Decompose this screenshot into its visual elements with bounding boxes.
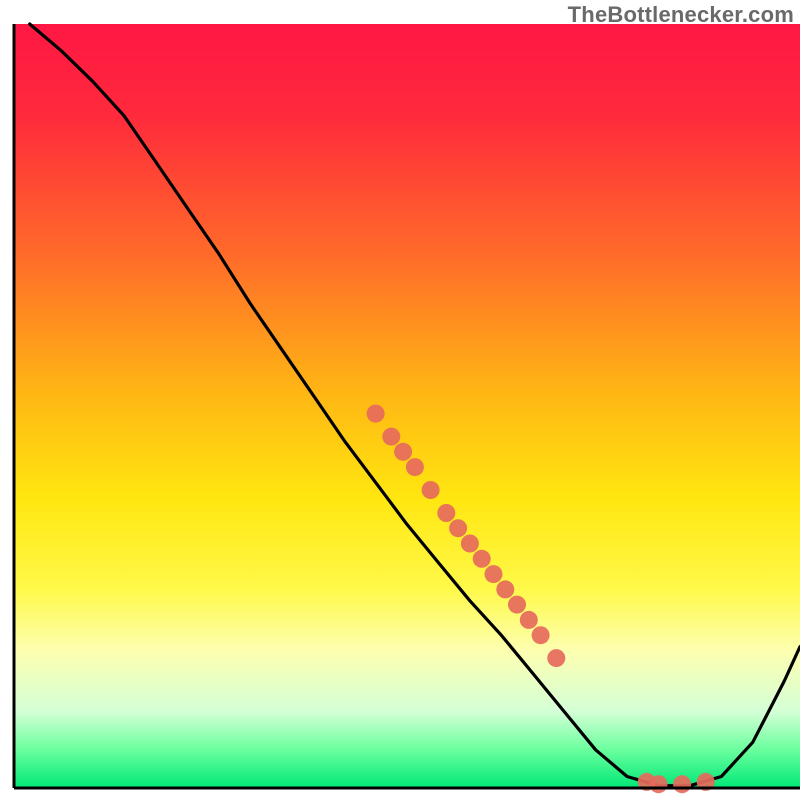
- scatter-point: [437, 504, 455, 522]
- scatter-point: [650, 775, 668, 793]
- plot-background: [14, 24, 800, 788]
- scatter-point: [673, 775, 691, 793]
- watermark-label: TheBottlenecker.com: [568, 2, 794, 28]
- scatter-point: [382, 428, 400, 446]
- scatter-point: [367, 405, 385, 423]
- scatter-point: [473, 550, 491, 568]
- chart-stage: TheBottlenecker.com: [0, 0, 800, 800]
- scatter-point: [422, 481, 440, 499]
- scatter-point: [485, 565, 503, 583]
- scatter-point: [520, 611, 538, 629]
- scatter-point: [532, 626, 550, 644]
- chart-svg: [0, 0, 800, 800]
- scatter-point: [508, 596, 526, 614]
- scatter-point: [461, 535, 479, 553]
- scatter-point: [496, 580, 514, 598]
- scatter-point: [449, 519, 467, 537]
- scatter-point: [547, 649, 565, 667]
- scatter-point: [394, 443, 412, 461]
- scatter-point: [406, 458, 424, 476]
